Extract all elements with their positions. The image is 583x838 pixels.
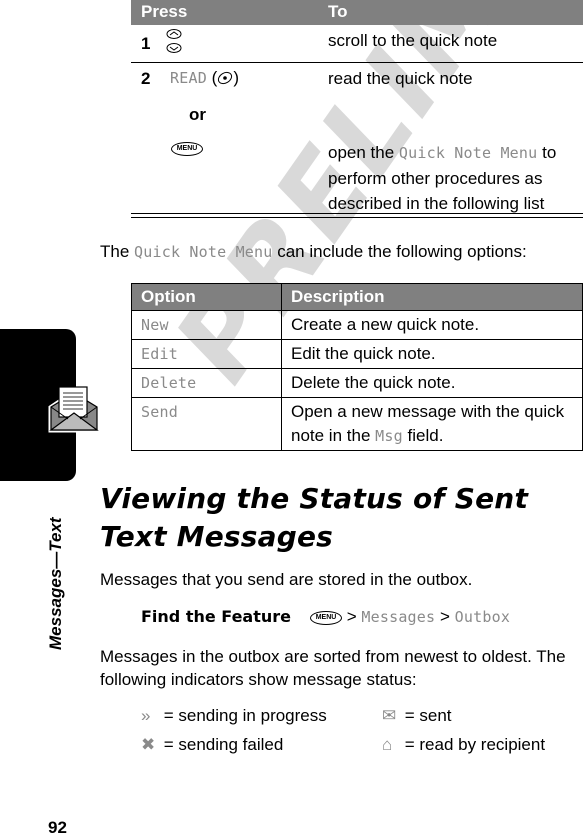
press-table-header: Press To <box>131 0 583 25</box>
row-divider <box>131 62 583 63</box>
table-row: Send Open a new message with the quick n… <box>131 397 583 451</box>
option-name: Send <box>131 397 282 451</box>
option-description: Delete the quick note. <box>281 368 583 398</box>
indicator-sending: » = sending in progress <box>141 706 327 725</box>
option-name: Edit <box>131 339 282 369</box>
sort-paragraph: Messages in the outbox are sorted from n… <box>100 647 566 689</box>
option-description: Edit the quick note. <box>281 339 583 369</box>
or-label: or <box>189 105 206 124</box>
table-end-rule <box>131 213 583 214</box>
path-outbox[interactable]: Outbox <box>455 608 510 626</box>
table-row: New Create a new quick note. <box>131 310 583 340</box>
indicator-sent: ✉ = sent <box>382 706 452 725</box>
envelope-letter-icon <box>48 386 100 433</box>
outbox-paragraph: Messages that you send are stored in the… <box>100 570 473 589</box>
options-table-header: Option Description <box>131 283 583 311</box>
table-row: Delete Delete the quick note. <box>131 368 583 398</box>
indicator-failed: ✖ = sending failed <box>141 735 284 754</box>
option-description: Open a new message with the quick note i… <box>281 397 583 451</box>
options-table: Option Description New Create a new quic… <box>131 283 583 451</box>
press-action: scroll to the quick note <box>328 31 498 50</box>
press-table: Press To <box>131 0 583 25</box>
find-the-feature: Find the Feature <box>141 607 291 626</box>
page-number: 92 <box>48 818 67 837</box>
table-end-rule <box>131 217 583 218</box>
option-description: Create a new quick note. <box>281 310 583 340</box>
indicator-read: ⌂ = read by recipient <box>382 735 546 754</box>
sent-envelope-icon: ✉ <box>382 706 397 725</box>
menu-key-icon[interactable]: MENU <box>171 142 203 156</box>
read-soft-key[interactable]: READ () <box>170 68 239 88</box>
table-row: Edit Edit the quick note. <box>131 339 583 369</box>
feature-path: MENU > Messages > Outbox <box>310 607 510 627</box>
step-number: 2 <box>141 69 151 88</box>
select-key-icon <box>218 71 233 85</box>
menu-key-icon[interactable]: MENU <box>310 610 342 625</box>
sending-in-progress-icon: » <box>141 706 151 725</box>
option-name: New <box>131 310 282 340</box>
option-name: Delete <box>131 368 282 398</box>
path-messages[interactable]: Messages <box>361 608 435 626</box>
read-by-recipient-icon: ⌂ <box>382 735 393 754</box>
section-heading: Viewing the Status of Sent Text Messages <box>100 482 529 553</box>
step-number: 1 <box>141 34 151 53</box>
press-action: read the quick note <box>328 69 473 88</box>
chapter-label: Messages—Text <box>46 517 65 650</box>
options-intro: The Quick Note Menu can include the foll… <box>100 242 527 261</box>
scroll-up-down-icon <box>166 29 182 53</box>
press-action: open the Quick Note Menu to perform othe… <box>328 143 557 213</box>
sending-failed-icon: ✖ <box>141 735 156 754</box>
